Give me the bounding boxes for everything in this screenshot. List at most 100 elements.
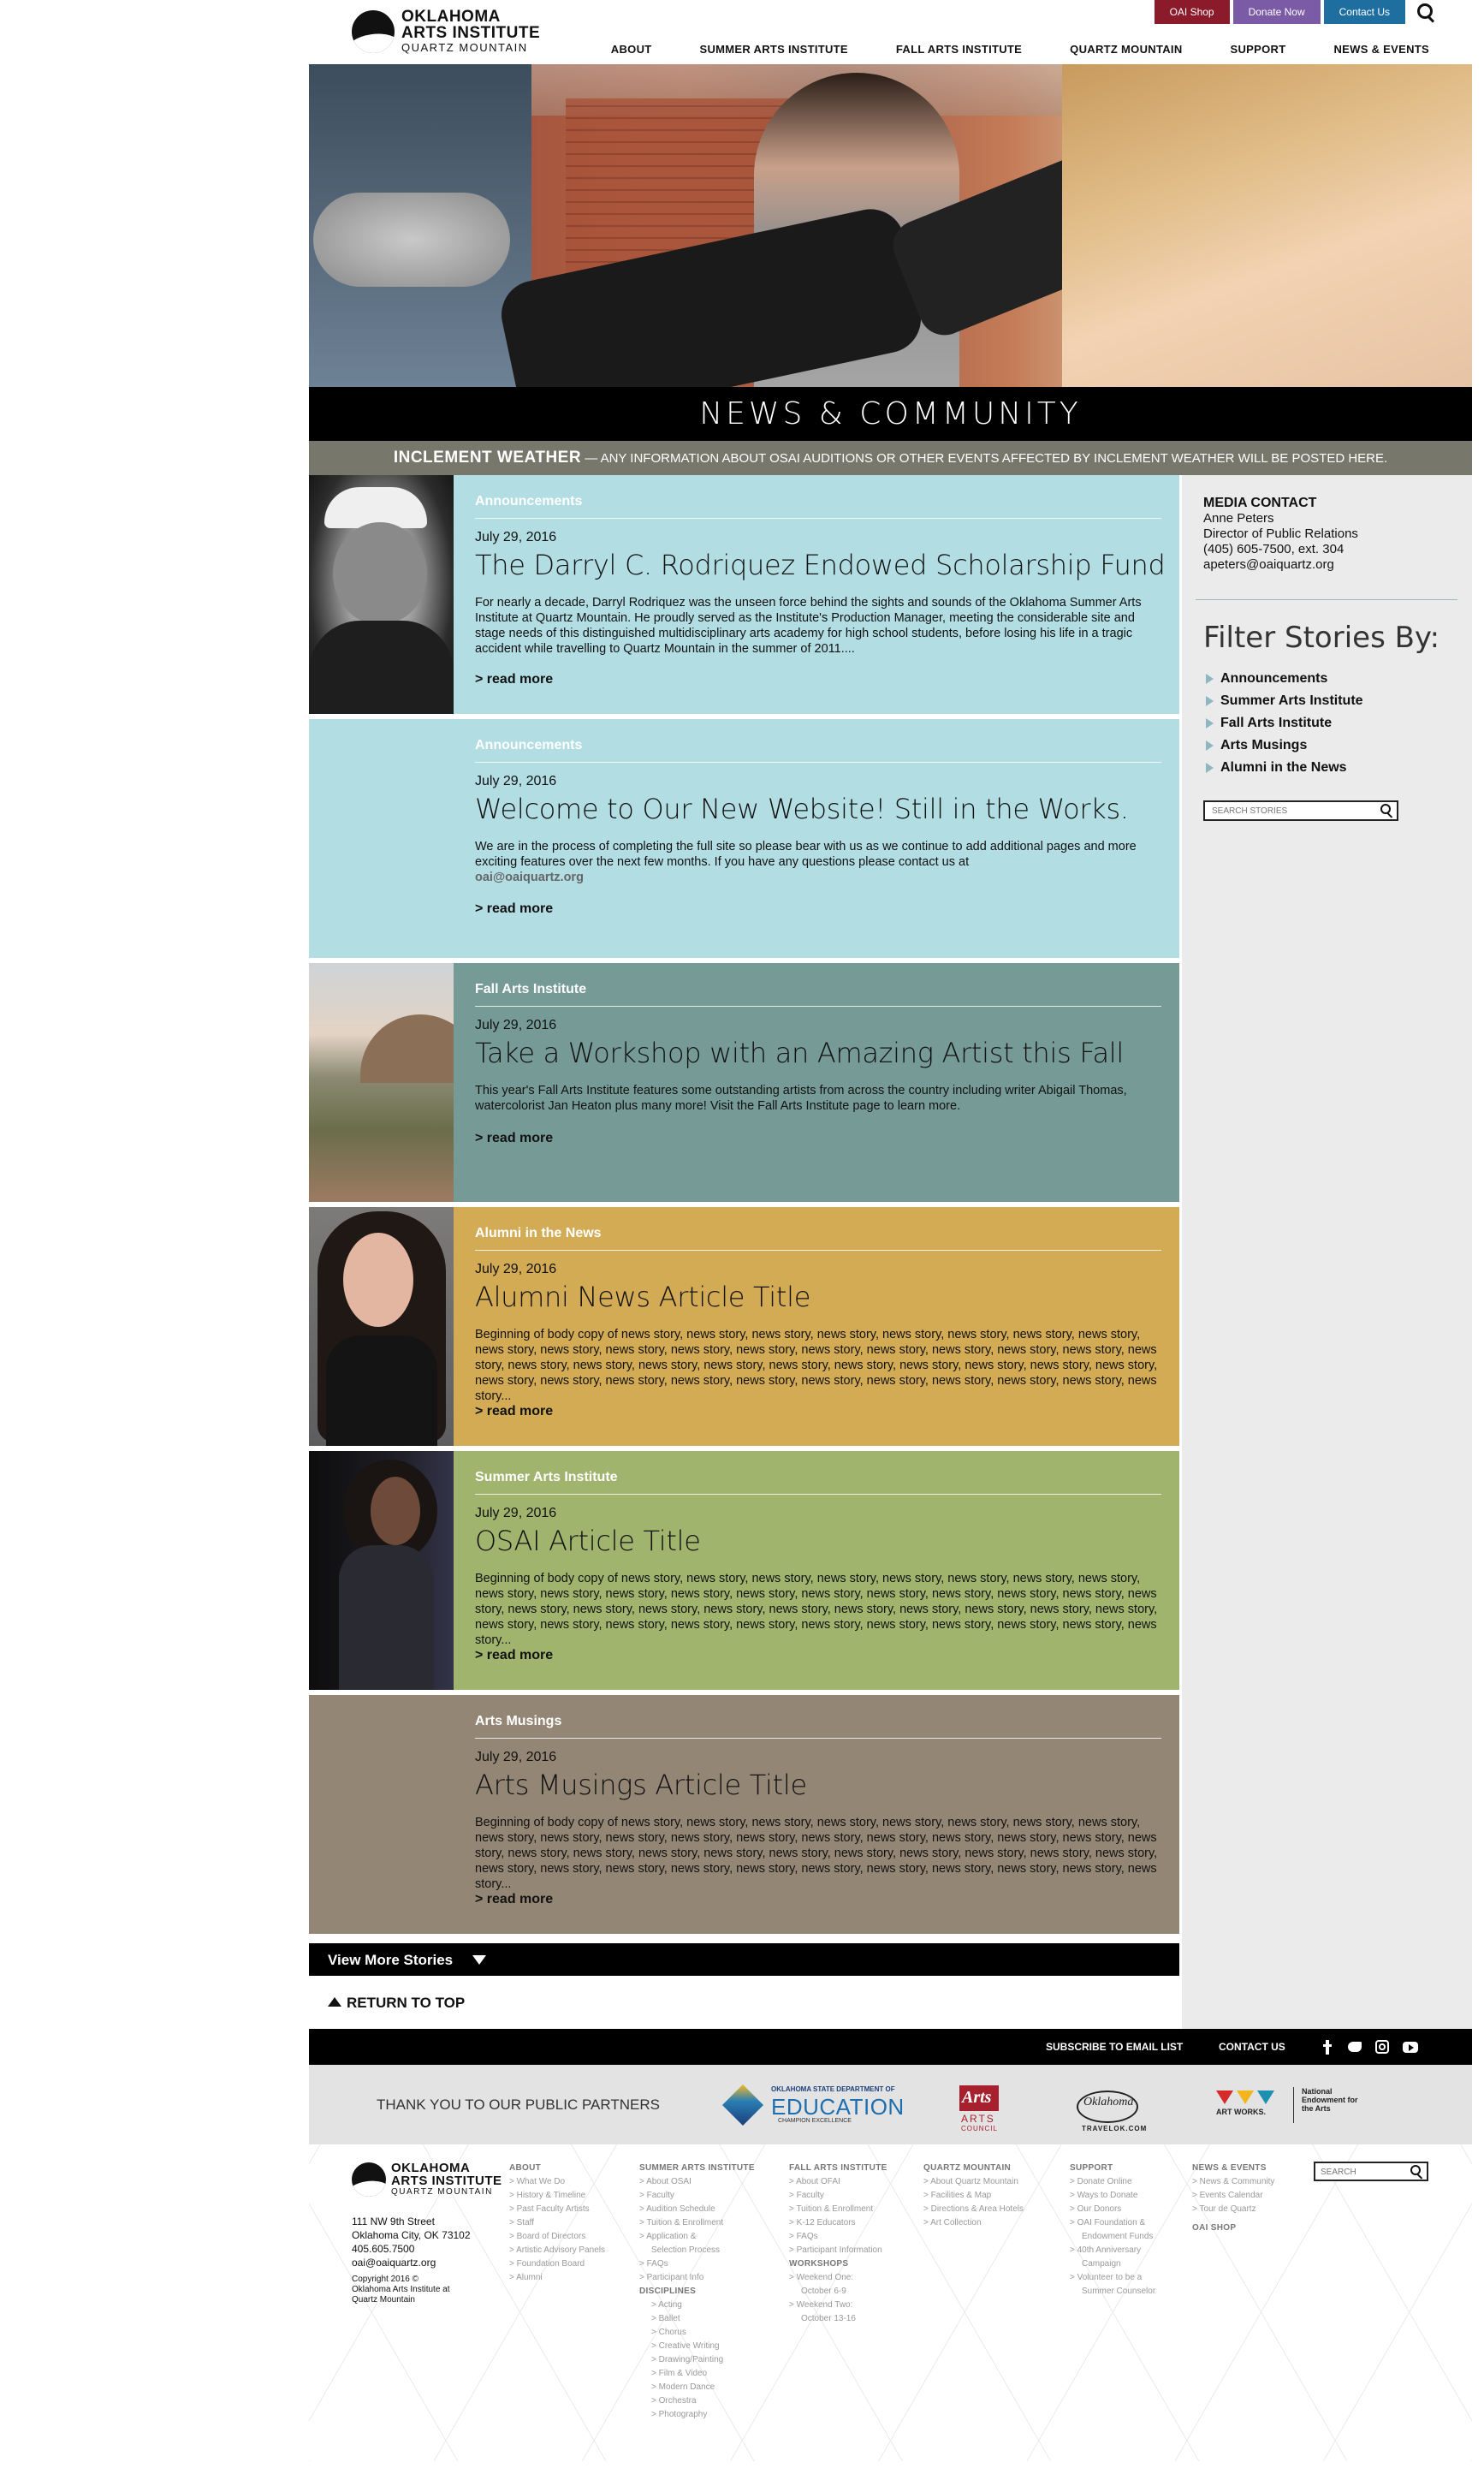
footer-link[interactable]: > Application & [639,2230,755,2244]
search-icon[interactable] [1410,2165,1423,2179]
footer-link[interactable]: > Faculty [639,2189,755,2203]
story-title[interactable]: The Darryl C. Rodriquez Endowed Scholars… [475,549,1166,581]
story-thumbnail[interactable] [309,963,454,1202]
footer-link[interactable]: > Faculty [789,2189,887,2203]
footer-link[interactable]: October 6-9 [789,2285,887,2299]
footer-search-input[interactable] [1315,2164,1406,2180]
footer-link[interactable]: > Tour de Quartz [1192,2203,1274,2216]
footer-link[interactable]: > Artistic Advisory Panels [509,2244,605,2257]
footer-link[interactable]: > Photography [639,2408,755,2422]
story-title[interactable]: Arts Musings Article Title [475,1769,807,1801]
footer-link[interactable]: > Alumni [509,2271,605,2285]
footer-heading[interactable]: QUARTZ MOUNTAIN [923,2162,1024,2175]
footer-link[interactable]: > Volunteer to be a [1070,2271,1155,2285]
facebook-icon[interactable] [1320,2039,1335,2055]
search-icon[interactable] [1380,804,1393,818]
search-icon[interactable] [1410,0,1438,24]
nav-support[interactable]: SUPPORT [1231,43,1286,56]
contact-us-button[interactable]: Contact Us [1323,0,1405,24]
footer-link[interactable]: > Tuition & Enrollment [639,2216,755,2230]
footer-heading[interactable]: SUPPORT [1070,2162,1155,2175]
address-email[interactable]: oai@oaiquartz.org [352,2256,471,2269]
return-to-top-link[interactable]: RETURN TO TOP [328,1995,465,2012]
footer-link[interactable]: > Acting [639,2299,755,2312]
footer-link[interactable]: > What We Do [509,2175,605,2189]
footer-subheading[interactable]: WORKSHOPS [789,2257,887,2271]
footer-link[interactable]: > Directions & Area Hotels [923,2203,1024,2216]
story-title[interactable]: Take a Workshop with an Amazing Artist t… [475,1037,1124,1069]
footer-link[interactable]: > FAQs [639,2257,755,2271]
story-category[interactable]: Announcements [475,738,582,753]
footer-link[interactable]: > Participant Information [789,2244,887,2257]
view-more-stories-button[interactable]: View More Stories [309,1943,1179,1976]
footer-link[interactable]: > 40th Anniversary [1070,2244,1155,2257]
footer-link[interactable]: > About OSAI [639,2175,755,2189]
footer-link[interactable]: > Participant Info [639,2271,755,2285]
footer-link[interactable]: > Staff [509,2216,605,2230]
twitter-icon[interactable] [1347,2039,1362,2055]
read-more-link[interactable]: > read more [475,1648,553,1663]
footer-link[interactable]: > Film & Video [639,2367,755,2381]
read-more-link[interactable]: > read more [475,1404,553,1419]
story-category[interactable]: Alumni in the News [475,1226,602,1241]
footer-link[interactable]: > Board of Directors [509,2230,605,2244]
footer-link[interactable]: > FAQs [789,2230,887,2244]
footer-contact-link[interactable]: CONTACT US [1219,2041,1285,2053]
footer-link[interactable]: Summer Counselor [1070,2285,1155,2299]
footer-link[interactable]: > Audition Schedule [639,2203,755,2216]
nav-summer-arts-institute[interactable]: SUMMER ARTS INSTITUTE [700,43,848,56]
site-logo[interactable]: OKLAHOMA ARTS INSTITUTE QUARTZ MOUNTAIN [352,9,540,54]
filter-alumni-in-the-news[interactable]: Alumni in the News [1203,757,1363,779]
footer-link[interactable]: > Weekend Two: [789,2299,887,2312]
footer-link[interactable]: > Ballet [639,2312,755,2326]
footer-subheading[interactable]: DISCIPLINES [639,2285,755,2299]
nav-fall-arts-institute[interactable]: FALL ARTS INSTITUTE [896,43,1022,56]
oai-shop-button[interactable]: OAI Shop [1154,0,1230,24]
story-title[interactable]: OSAI Article Title [475,1525,701,1557]
footer-link[interactable]: > History & Timeline [509,2189,605,2203]
footer-heading[interactable]: SUMMER ARTS INSTITUTE [639,2162,755,2175]
filter-arts-musings[interactable]: Arts Musings [1203,734,1363,757]
read-more-link[interactable]: > read more [475,901,553,917]
footer-heading[interactable]: ABOUT [509,2162,605,2175]
read-more-link[interactable]: > read more [475,1131,553,1146]
footer-link[interactable]: Selection Process [639,2244,755,2257]
story-category[interactable]: Announcements [475,494,582,509]
filter-announcements[interactable]: Announcements [1203,668,1363,690]
subscribe-email-link[interactable]: SUBSCRIBE TO EMAIL LIST [1046,2041,1183,2053]
footer-heading[interactable]: FALL ARTS INSTITUTE [789,2162,887,2175]
footer-logo[interactable]: OKLAHOMA ARTS INSTITUTE QUARTZ MOUNTAIN [352,2162,502,2198]
story-category[interactable]: Fall Arts Institute [475,982,586,997]
story-title[interactable]: Alumni News Article Title [475,1281,810,1313]
story-title[interactable]: Welcome to Our New Website! Still in the… [475,793,1129,825]
footer-link[interactable]: > Weekend One: [789,2271,887,2285]
footer-link[interactable]: > Foundation Board [509,2257,605,2271]
footer-link[interactable]: > Chorus [639,2326,755,2340]
story-thumbnail[interactable] [309,475,454,714]
story-search-input[interactable] [1205,802,1374,820]
footer-link[interactable]: Endowment Funds [1070,2230,1155,2244]
instagram-icon[interactable] [1374,2039,1390,2055]
footer-link[interactable]: > K-12 Educators [789,2216,887,2230]
footer-link[interactable]: > Creative Writing [639,2340,755,2353]
footer-link[interactable]: > News & Community [1192,2175,1274,2189]
read-more-link[interactable]: > read more [475,672,553,687]
footer-link[interactable]: > Donate Online [1070,2175,1155,2189]
story-category[interactable]: Summer Arts Institute [475,1470,618,1485]
donate-now-button[interactable]: Donate Now [1232,0,1321,24]
story-category[interactable]: Arts Musings [475,1714,561,1729]
footer-link[interactable]: > Events Calendar [1192,2189,1274,2203]
email-link[interactable]: oai@oaiquartz.org [475,871,584,884]
arts-council-logo[interactable]: Arts ARTS COUNCIL [959,2085,1000,2135]
footer-link[interactable]: > About OFAI [789,2175,887,2189]
footer-link[interactable]: > OAI Foundation & [1070,2216,1155,2230]
footer-shop-link[interactable]: OAI SHOP [1192,2221,1274,2235]
nav-about[interactable]: ABOUT [611,43,652,56]
youtube-icon[interactable] [1403,2039,1418,2055]
media-contact-email[interactable]: apeters@oaiquartz.org [1203,557,1358,573]
footer-link[interactable]: > Modern Dance [639,2381,755,2394]
story-thumbnail[interactable] [309,1451,454,1690]
footer-link[interactable]: > Past Faculty Artists [509,2203,605,2216]
filter-summer-arts-institute[interactable]: Summer Arts Institute [1203,690,1363,712]
read-more-link[interactable]: > read more [475,1892,553,1907]
